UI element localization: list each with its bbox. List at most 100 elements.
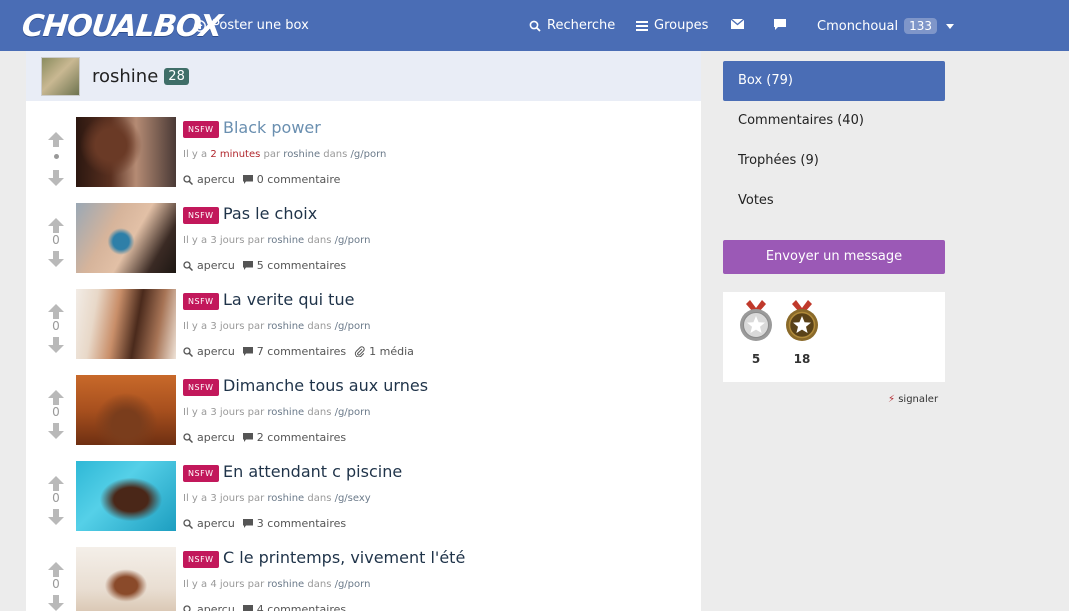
upvote-arrow-icon[interactable] <box>48 476 64 491</box>
meta-author[interactable]: roshine <box>267 493 304 504</box>
nsfw-badge: NSFW <box>183 207 219 224</box>
sidebar-item-votes[interactable]: Votes <box>723 181 945 221</box>
box-thumbnail[interactable] <box>76 375 176 445</box>
upvote-arrow-icon[interactable] <box>48 390 64 405</box>
box-thumbnail[interactable] <box>76 289 176 359</box>
meta-time: 3 jours <box>210 407 245 418</box>
profile-username: roshine <box>92 65 159 87</box>
trophy-silver[interactable]: 5 <box>736 300 776 366</box>
comments-link[interactable]: 0 commentaire <box>242 173 340 186</box>
downvote-arrow-icon[interactable] <box>48 595 64 611</box>
preview-link[interactable]: apercu <box>183 603 235 611</box>
box-item: 0 NSFW Dimanche tous aux urnes Il y a 3 … <box>26 375 701 461</box>
chat-link[interactable] <box>774 19 786 30</box>
downvote-arrow-icon[interactable] <box>48 423 64 439</box>
meta-dans: dans <box>304 235 335 246</box>
downvote-arrow-icon[interactable] <box>48 337 64 353</box>
box-title[interactable]: C le printemps, vivement l'été <box>223 548 465 567</box>
comments-link[interactable]: 5 commentaires <box>242 259 347 272</box>
box-meta: Il y a 3 jours par roshine dans /g/porn <box>183 321 370 332</box>
search-link[interactable]: Recherche <box>529 18 615 33</box>
box-meta: Il y a 3 jours par roshine dans /g/porn <box>183 235 370 246</box>
post-box-link[interactable]: Poster une box <box>194 18 309 33</box>
envelope-icon <box>731 19 744 29</box>
box-thumbnail[interactable] <box>76 117 176 187</box>
box-meta: Il y a 3 jours par roshine dans /g/porn <box>183 407 370 418</box>
preview-link[interactable]: apercu <box>183 345 235 358</box>
preview-label: apercu <box>197 431 235 444</box>
meta-author[interactable]: roshine <box>283 149 320 160</box>
upvote-arrow-icon[interactable] <box>48 132 64 147</box>
meta-group[interactable]: /g/porn <box>335 235 371 246</box>
meta-time: 3 jours <box>210 235 245 246</box>
send-message-button[interactable]: Envoyer un message <box>723 240 945 274</box>
zoom-icon <box>183 518 193 529</box>
downvote-arrow-icon[interactable] <box>48 251 64 267</box>
meta-group[interactable]: /g/porn <box>351 149 387 160</box>
profile-sidebar-nav: Box (79) Commentaires (40) Trophées (9) … <box>723 61 945 221</box>
user-name: Cmonchoual <box>817 18 899 34</box>
list-icon <box>636 20 648 31</box>
preview-link[interactable]: apercu <box>183 259 235 272</box>
preview-link[interactable]: apercu <box>183 431 235 444</box>
meta-prefix: Il y a <box>183 235 211 246</box>
box-title[interactable]: Black power <box>223 118 321 137</box>
meta-author[interactable]: roshine <box>267 407 304 418</box>
meta-par: par <box>244 407 268 418</box>
zoom-icon <box>183 174 193 185</box>
comments-link[interactable]: 7 commentaires <box>242 345 346 358</box>
trophy-count: 5 <box>751 352 761 366</box>
groups-link[interactable]: Groupes <box>636 18 708 33</box>
meta-author[interactable]: roshine <box>267 235 304 246</box>
meta-group[interactable]: /g/porn <box>335 579 371 590</box>
box-title[interactable]: Dimanche tous aux urnes <box>223 376 428 395</box>
meta-prefix: Il y a <box>183 321 211 332</box>
vote-controls: 0 <box>46 553 66 611</box>
meta-group[interactable]: /g/sexy <box>335 493 371 504</box>
box-thumbnail[interactable] <box>76 547 176 611</box>
comments-label: 5 commentaires <box>256 259 347 272</box>
upvote-arrow-icon[interactable] <box>48 218 64 233</box>
sidebar-item-trophies[interactable]: Trophées (9) <box>723 141 945 181</box>
comments-link[interactable]: 2 commentaires <box>242 431 346 444</box>
report-label: signaler <box>898 394 939 405</box>
upvote-arrow-icon[interactable] <box>48 304 64 319</box>
preview-label: apercu <box>197 345 235 358</box>
preview-link[interactable]: apercu <box>183 173 235 186</box>
comments-link[interactable]: 3 commentaires <box>242 517 347 530</box>
preview-label: apercu <box>197 603 235 611</box>
comments-label: 3 commentaires <box>256 517 347 530</box>
meta-group[interactable]: /g/porn <box>335 321 371 332</box>
meta-group[interactable]: /g/porn <box>335 407 371 418</box>
report-link[interactable]: ⚡ signaler <box>888 394 938 405</box>
box-thumbnail[interactable] <box>76 203 176 273</box>
downvote-arrow-icon[interactable] <box>48 509 64 525</box>
box-actions: apercu 5 commentaires <box>183 259 346 272</box>
sidebar-item-comments[interactable]: Commentaires (40) <box>723 101 945 141</box>
avatar <box>41 56 80 96</box>
profile-level-badge: 28 <box>164 67 189 85</box>
box-item: 0 NSFW Pas le choix Il y a 3 jours par r… <box>26 203 701 289</box>
box-title[interactable]: La verite qui tue <box>223 290 354 309</box>
messages-link[interactable] <box>731 19 744 29</box>
user-score-badge: 133 <box>904 18 937 34</box>
vote-controls: 0 <box>46 209 66 267</box>
meta-author[interactable]: roshine <box>267 579 304 590</box>
box-thumbnail[interactable] <box>76 461 176 531</box>
trophy-bronze[interactable]: 18 <box>782 300 822 366</box>
comments-link[interactable]: 4 commentaires <box>242 603 346 611</box>
site-logo[interactable]: CHOUALBOX <box>20 9 223 44</box>
trophies-panel: 5 18 <box>723 292 945 382</box>
preview-link[interactable]: apercu <box>183 517 235 530</box>
media-link[interactable]: 1 média <box>354 345 414 358</box>
user-menu[interactable]: Cmonchoual 133 <box>817 18 954 34</box>
sidebar-item-box[interactable]: Box (79) <box>723 61 945 101</box>
box-title[interactable]: En attendant c piscine <box>223 462 402 481</box>
upvote-arrow-icon[interactable] <box>48 562 64 577</box>
box-title[interactable]: Pas le choix <box>223 204 317 223</box>
meta-par: par <box>244 235 268 246</box>
box-actions: apercu 0 commentaire <box>183 173 340 186</box>
trophy-count: 18 <box>793 352 811 366</box>
downvote-arrow-icon[interactable] <box>48 170 64 186</box>
meta-author[interactable]: roshine <box>267 321 304 332</box>
